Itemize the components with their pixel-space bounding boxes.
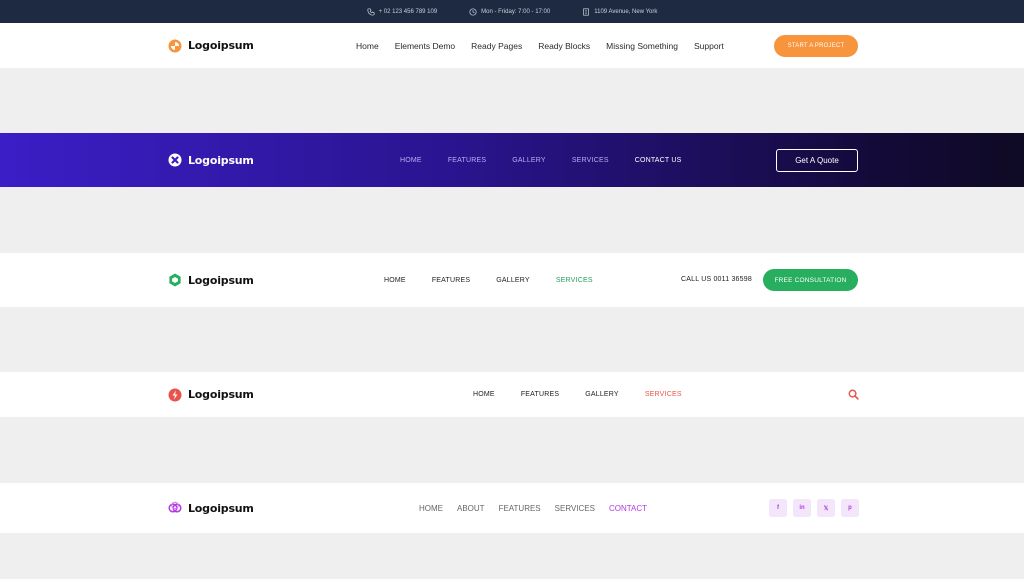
logo-text: Logoipsum [188, 39, 254, 52]
header-variant-3: Logoipsum HOME FEATURES GALLERY SERVICES… [0, 253, 1024, 307]
main-nav: HOME FEATURES GALLERY SERVICES [384, 277, 593, 284]
main-nav: Home Elements Demo Ready Pages Ready Blo… [356, 41, 724, 51]
nav-ready-pages[interactable]: Ready Pages [471, 41, 522, 51]
nav-gallery[interactable]: GALLERY [512, 157, 546, 164]
logo[interactable]: Logoipsum [168, 39, 254, 53]
logo-text: Logoipsum [188, 501, 254, 515]
nav-features[interactable]: FEATURES [499, 504, 541, 513]
nav-features[interactable]: FEATURES [521, 391, 559, 398]
main-nav: HOME ABOUT FEATURES SERVICES CONTACT [419, 504, 647, 513]
free-consultation-button[interactable]: FREE CONSULTATION [763, 269, 858, 291]
get-quote-button[interactable]: Get A Quote [776, 149, 858, 172]
nav-home[interactable]: HOME [419, 504, 443, 513]
logo-mark-icon [168, 39, 182, 52]
logo-text: Logoipsum [188, 153, 254, 167]
logo-mark-icon [168, 501, 182, 513]
main-nav: HOME FEATURES GALLERY SERVICES CONTACT U… [400, 157, 682, 164]
header-variant-4: Logoipsum HOME FEATURES GALLERY SERVICES [0, 372, 1024, 417]
nav-elements-demo[interactable]: Elements Demo [395, 41, 455, 51]
address-text: 1109 Avenue, New York [594, 8, 658, 15]
header-variant-1: Logoipsum Home Elements Demo Ready Pages… [0, 23, 1024, 68]
nav-about[interactable]: ABOUT [457, 504, 485, 513]
logo[interactable]: Logoipsum [168, 273, 254, 287]
nav-gallery[interactable]: GALLERY [496, 277, 530, 284]
social-links: f in 𝕏 p [769, 499, 859, 517]
nav-services[interactable]: SERVICES [556, 277, 593, 284]
nav-services[interactable]: SERVICES [572, 157, 609, 164]
x-twitter-icon[interactable]: 𝕏 [817, 499, 835, 517]
nav-features[interactable]: FEATURES [448, 157, 486, 164]
phone-info: + 02 123 456 789 109 [367, 7, 438, 16]
logo[interactable]: Logoipsum [168, 153, 254, 167]
logo-text: Logoipsum [188, 273, 254, 287]
linkedin-icon[interactable]: in [793, 499, 811, 517]
start-project-button[interactable]: START A PROJECT [774, 35, 858, 57]
hours-info: Mon - Friday: 7:00 - 17:00 [469, 7, 551, 16]
logo-mark-icon [168, 153, 182, 167]
nav-support[interactable]: Support [694, 41, 724, 51]
logo-mark-icon [168, 388, 182, 401]
nav-home[interactable]: HOME [400, 157, 422, 164]
header-variant-2: Logoipsum HOME FEATURES GALLERY SERVICES… [0, 133, 1024, 187]
nav-contact[interactable]: CONTACT [609, 504, 647, 513]
logo-text: Logoipsum [188, 388, 254, 401]
nav-missing-something[interactable]: Missing Something [606, 41, 678, 51]
facebook-icon[interactable]: f [769, 499, 787, 517]
pinterest-icon[interactable]: p [841, 499, 859, 517]
hours-text: Mon - Friday: 7:00 - 17:00 [481, 8, 551, 15]
nav-home[interactable]: HOME [384, 277, 406, 284]
call-us-text: CALL US 0011 36598 [681, 276, 752, 283]
search-icon[interactable] [848, 389, 859, 400]
main-nav: HOME FEATURES GALLERY SERVICES [473, 391, 682, 398]
nav-ready-blocks[interactable]: Ready Blocks [538, 41, 590, 51]
building-icon [583, 7, 589, 16]
logo[interactable]: Logoipsum [168, 501, 254, 515]
logo-mark-icon [169, 273, 181, 287]
nav-services[interactable]: SERVICES [555, 504, 595, 513]
logo[interactable]: Logoipsum [168, 388, 254, 402]
phone-icon [367, 7, 375, 16]
clock-icon [469, 7, 477, 16]
address-info: 1109 Avenue, New York [582, 7, 658, 16]
nav-home[interactable]: HOME [473, 391, 495, 398]
header-variant-5: Logoipsum HOME ABOUT FEATURES SERVICES C… [0, 483, 1024, 533]
nav-contact-us[interactable]: CONTACT US [635, 157, 682, 164]
nav-features[interactable]: FEATURES [432, 277, 470, 284]
nav-gallery[interactable]: GALLERY [585, 391, 619, 398]
phone-text: + 02 123 456 789 109 [378, 8, 438, 15]
top-info-bar: + 02 123 456 789 109 Mon - Friday: 7:00 … [0, 0, 1024, 23]
nav-home[interactable]: Home [356, 41, 379, 51]
nav-services[interactable]: SERVICES [645, 391, 682, 398]
